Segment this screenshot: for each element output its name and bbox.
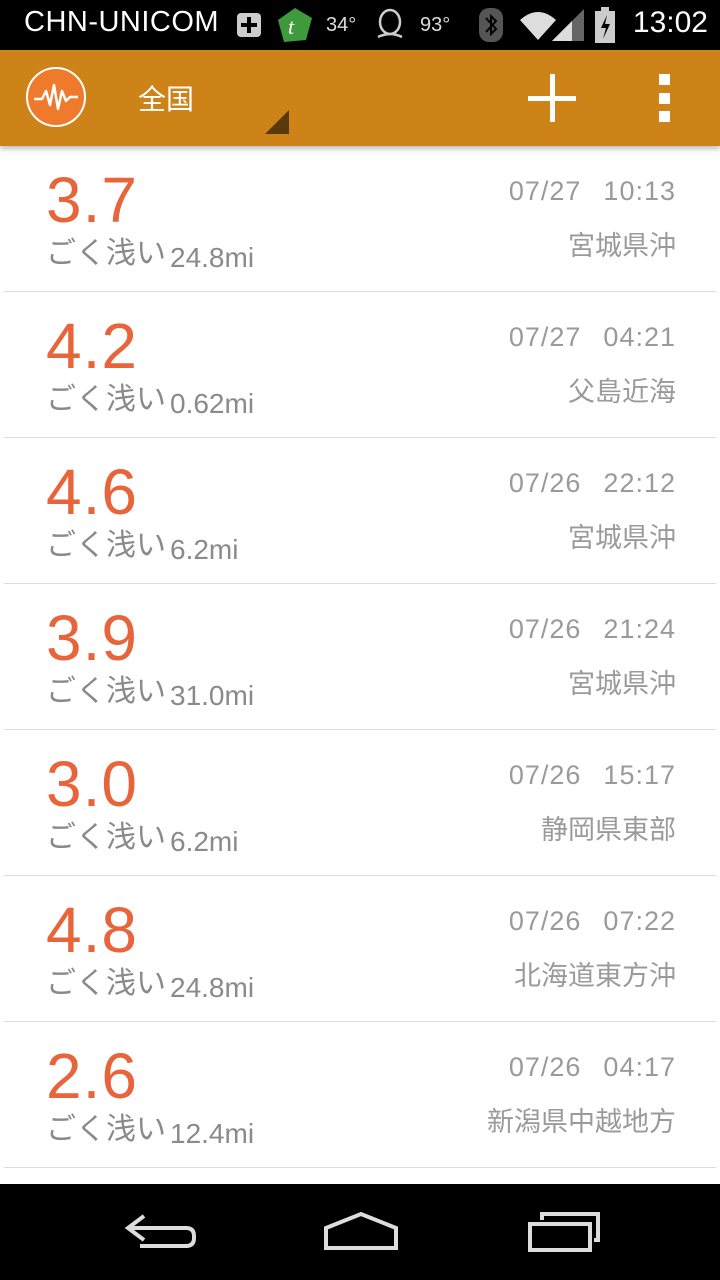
- magnitude: 3.7: [46, 164, 138, 236]
- date: 07/26: [508, 760, 582, 790]
- clock: 13:02: [632, 6, 708, 39]
- date-time: 07/26 21:24: [509, 614, 676, 645]
- status-bar: CHN-UNICOM t 34° 93° 13:02: [0, 0, 720, 50]
- recents-icon[interactable]: [520, 1206, 610, 1256]
- navigation-bar: [0, 1184, 720, 1280]
- date: 07/26: [508, 468, 582, 498]
- place: 父島近海: [568, 377, 676, 408]
- date-time: 07/26 15:17: [509, 760, 676, 791]
- date: 07/26: [508, 1052, 582, 1082]
- time: 21:24: [603, 614, 676, 644]
- battery-icon: [594, 6, 616, 44]
- bluetooth-icon: [478, 6, 504, 44]
- qq-icon: [372, 6, 408, 44]
- date: 07/27: [508, 176, 582, 206]
- depth-value: 24.8mi: [170, 242, 255, 273]
- app-bar: 全国: [0, 50, 720, 146]
- depth-value: 0.62mi: [170, 388, 255, 419]
- depth-value: 6.2mi: [170, 534, 239, 565]
- list-item[interactable]: 3.7 ごく浅い 24.8mi 07/27 10:13 宮城県沖: [4, 146, 716, 292]
- date-time: 07/27 10:13: [509, 176, 676, 207]
- depth-label: ごく浅い: [46, 966, 166, 1001]
- place: 北海道東方沖: [514, 961, 676, 992]
- depth-value: 31.0mi: [170, 680, 255, 711]
- quake-list: 3.7 ごく浅い 24.8mi 07/27 10:13 宮城県沖 4.2 ごく浅い…: [0, 146, 720, 1184]
- time: 04:21: [603, 322, 676, 352]
- magnitude: 3.0: [46, 748, 138, 820]
- notification-plus-icon: [236, 6, 262, 44]
- home-icon[interactable]: [316, 1206, 406, 1256]
- time: 04:17: [603, 1052, 676, 1082]
- time: 10:13: [603, 176, 676, 206]
- depth-label: ごく浅い: [46, 674, 166, 709]
- time: 07:22: [603, 906, 676, 936]
- date: 07/26: [508, 614, 582, 644]
- place: 新潟県中越地方: [487, 1107, 676, 1138]
- magnitude: 4.6: [46, 456, 138, 528]
- depth-label: ごく浅い: [46, 820, 166, 855]
- back-icon[interactable]: [116, 1206, 206, 1256]
- place: 宮城県沖: [568, 523, 676, 554]
- date: 07/27: [508, 322, 582, 352]
- list-item[interactable]: 4.2 ごく浅い 0.62mi 07/27 04:21 父島近海: [4, 292, 716, 438]
- magnitude: 2.6: [46, 1040, 138, 1112]
- earthquake-wave-icon[interactable]: [26, 67, 86, 127]
- place: 宮城県沖: [568, 669, 676, 700]
- app-t-icon: t: [276, 6, 314, 44]
- signal-icon: [550, 6, 586, 44]
- carrier-label: CHN-UNICOM: [24, 6, 220, 38]
- depth-value: 12.4mi: [170, 1118, 255, 1149]
- date-time: 07/26 04:17: [509, 1052, 676, 1083]
- dropdown-caret-icon[interactable]: [265, 110, 289, 134]
- depth-label: ごく浅い: [46, 382, 166, 417]
- overflow-menu-icon[interactable]: [648, 70, 680, 126]
- magnitude: 4.8: [46, 894, 138, 966]
- date-time: 07/26 07:22: [509, 906, 676, 937]
- temperature-label: 34°: [326, 13, 357, 36]
- date-time: 07/26 22:12: [509, 468, 676, 499]
- date-time: 07/27 04:21: [509, 322, 676, 353]
- depth-value: 24.8mi: [170, 972, 255, 1003]
- list-item[interactable]: 3.9 ごく浅い 31.0mi 07/26 21:24 宮城県沖: [4, 584, 716, 730]
- list-item[interactable]: 3.0 ごく浅い 6.2mi 07/26 15:17 静岡県東部: [4, 730, 716, 876]
- depth-label: ごく浅い: [46, 236, 166, 271]
- magnitude: 4.2: [46, 310, 138, 382]
- svg-text:t: t: [288, 14, 295, 39]
- list-item[interactable]: 4.6 ごく浅い 6.2mi 07/26 22:12 宮城県沖: [4, 438, 716, 584]
- time: 15:17: [603, 760, 676, 790]
- time: 22:12: [603, 468, 676, 498]
- depth-value: 6.2mi: [170, 826, 239, 857]
- list-item[interactable]: 2.6 ごく浅い 12.4mi 07/26 04:17 新潟県中越地方: [4, 1022, 716, 1168]
- place: 静岡県東部: [541, 815, 676, 846]
- list-item[interactable]: 4.8 ごく浅い 24.8mi 07/26 07:22 北海道東方沖: [4, 876, 716, 1022]
- magnitude: 3.9: [46, 602, 138, 674]
- place: 宮城県沖: [568, 231, 676, 262]
- depth-label: ごく浅い: [46, 1112, 166, 1147]
- depth-label: ごく浅い: [46, 528, 166, 563]
- region-selector[interactable]: 全国: [138, 78, 194, 118]
- plus-icon[interactable]: [524, 70, 580, 126]
- battery-percent-label: 93°: [420, 13, 451, 36]
- date: 07/26: [508, 906, 582, 936]
